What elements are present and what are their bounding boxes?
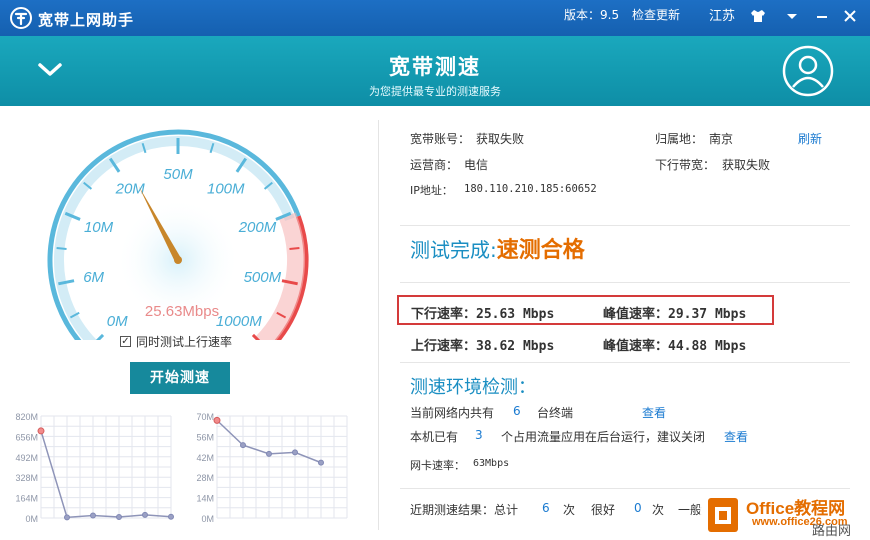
chart-data-point	[240, 442, 246, 449]
chart-data-point	[266, 450, 272, 457]
ip-value: 180.110.210.185:60652	[464, 183, 597, 195]
upload-peak: 峰值速率：44.88 Mbps	[603, 339, 747, 354]
page-subtitle: 为您提供最专业的测速服务	[369, 85, 501, 98]
chart-data-point	[318, 459, 324, 466]
view-terminals-link[interactable]: 查看	[642, 404, 666, 421]
isp-value: 电信	[464, 158, 489, 172]
gauge-tick-label: 500M	[244, 269, 282, 286]
chart-y-tick-label: 328M	[15, 473, 38, 483]
gauge-tick-label: 6M	[83, 269, 104, 286]
menu-dropdown-icon[interactable]	[784, 8, 800, 24]
chart-data-point	[292, 449, 298, 456]
ip-label: IP地址：	[410, 184, 453, 197]
chart-y-tick-label: 28M	[196, 473, 214, 483]
section-divider	[400, 488, 850, 489]
gauge-tick	[289, 247, 300, 251]
download-peak: 峰值速率：29.37 Mbps	[603, 307, 747, 322]
section-divider	[400, 362, 850, 363]
close-icon[interactable]	[842, 8, 858, 24]
gauge-needle-hub	[174, 256, 182, 264]
upload-test-checkbox[interactable]: ✓	[120, 336, 131, 347]
skin-shirt-icon[interactable]	[750, 8, 766, 24]
download-rate: 下行速率：25.63 Mbps	[411, 307, 555, 322]
gauge-tick-label: 200M	[238, 219, 277, 236]
chart-data-point	[142, 511, 148, 518]
start-test-button[interactable]: 开始测速	[130, 362, 230, 394]
chart-data-point	[116, 514, 122, 521]
gauge-tick-label: 50M	[163, 166, 193, 183]
chart-y-tick-label: 0M	[201, 514, 214, 524]
download-history-chart: 70M 56M 42M 28M 14M 0M	[196, 412, 348, 524]
speed-gauge: 0M 6M 10M 20M 50M 100M 200M 500M 1000M 25.63Mbps	[47, 129, 309, 340]
section-divider	[400, 282, 850, 283]
result-done-text: 测试完成:	[410, 238, 497, 262]
user-avatar-icon[interactable]	[782, 45, 834, 97]
chart-y-tick-label: 14M	[196, 494, 214, 504]
apps-prefix: 本机已有	[410, 430, 459, 444]
history-times-1: 次	[563, 503, 576, 517]
chart-y-tick-label: 164M	[15, 494, 38, 504]
upload-test-label: 同时测试上行速率	[136, 335, 233, 349]
history-normal-label: 一般	[678, 503, 703, 517]
gauge-tick	[56, 247, 67, 251]
upload-rate: 上行速率：38.62 Mbps	[411, 339, 555, 354]
history-good-label: 很好	[591, 503, 616, 517]
chart-data-point	[168, 513, 174, 520]
nic-value: 63Mbps	[473, 458, 510, 469]
upload-test-option[interactable]: ✓ 同时测试上行速率	[120, 333, 232, 350]
history-good-count: 0	[634, 501, 642, 515]
history-total: 6	[542, 501, 550, 515]
panel-divider	[378, 120, 379, 530]
isp-label: 运营商：	[410, 158, 459, 172]
chart-y-tick-label: 492M	[15, 453, 38, 463]
region-label: 江苏	[709, 9, 736, 24]
gauge-tick-label: 1000M	[216, 313, 262, 330]
result-heading: 测试完成:速测合格	[410, 232, 585, 264]
environment-title: 测速环境检测：	[410, 377, 536, 398]
gauge-tick-label: 20M	[115, 180, 146, 197]
chart-y-tick-label: 70M	[196, 412, 214, 422]
chart-data-point	[213, 416, 221, 424]
version-label: 版本：9.5	[564, 8, 620, 22]
section-divider	[400, 225, 850, 226]
chart-data-point	[37, 427, 45, 435]
watermark-mark: 路由网	[812, 524, 852, 539]
chart-y-tick-label: 42M	[196, 453, 214, 463]
refresh-link[interactable]: 刷新	[798, 130, 822, 147]
nic-label: 网卡速率：	[410, 459, 465, 472]
terminals-suffix: 台终端	[537, 406, 574, 420]
history-label: 近期测速结果：总计	[410, 503, 519, 517]
terminals-prefix: 当前网络内共有	[410, 406, 495, 420]
chart-y-tick-label: 56M	[196, 432, 214, 442]
bandwidth-label: 下行带宽：	[655, 158, 716, 172]
account-label: 宽带账号：	[410, 132, 471, 146]
chart-y-tick-label: 0M	[25, 514, 38, 524]
app-title: 宽带上网助手	[38, 11, 135, 29]
result-status: 速测合格	[496, 238, 585, 263]
gauge-tick-label: 0M	[107, 313, 128, 330]
chart-y-tick-label: 656M	[15, 432, 38, 442]
terminals-count: 6	[513, 404, 521, 418]
chart-data-point	[90, 512, 96, 519]
check-update-link[interactable]: 检查更新	[632, 6, 680, 23]
header-banner: 宽带测速 为您提供最专业的测速服务	[0, 36, 870, 106]
minimize-icon[interactable]	[814, 8, 830, 24]
gauge-tick-label: 10M	[84, 219, 114, 236]
bandwidth-value: 获取失败	[722, 158, 771, 172]
location-value: 南京	[709, 132, 734, 146]
account-value: 获取失败	[476, 132, 525, 146]
chart-data-point	[64, 514, 70, 521]
app-logo-icon	[10, 7, 32, 29]
location-label: 归属地：	[655, 132, 704, 146]
title-bar: 宽带上网助手 版本：9.5 检查更新 江苏	[0, 0, 870, 36]
apps-suffix: 个占用流量应用在后台运行，建议关闭	[501, 430, 706, 444]
gauge-tick-label: 100M	[207, 180, 245, 197]
history-times-2: 次	[652, 503, 665, 517]
upload-history-chart: 820M 656M 492M 328M 164M 0M	[15, 412, 174, 524]
page-title: 宽带测速	[389, 55, 481, 79]
gauge-reading: 25.63Mbps	[145, 303, 219, 320]
chart-y-tick-label: 820M	[15, 412, 38, 422]
apps-count: 3	[475, 428, 483, 442]
view-apps-link[interactable]: 查看	[724, 428, 748, 445]
